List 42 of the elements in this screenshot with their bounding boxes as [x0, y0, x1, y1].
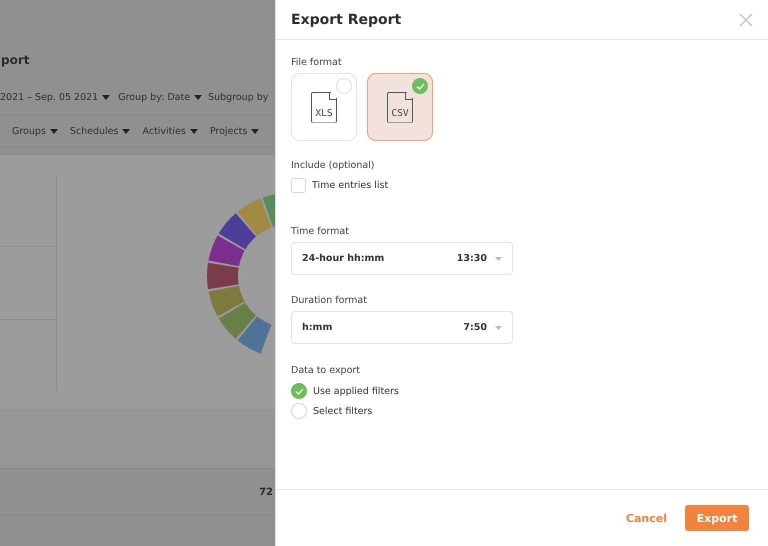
caret-icon [190, 128, 198, 134]
file-type-label: CSV [391, 109, 409, 118]
subgroup-by-dropdown[interactable]: Subgroup by [208, 92, 268, 103]
caret-icon [194, 95, 202, 100]
file-format-option[interactable]: XLS [291, 73, 357, 141]
field-label: Include (optional) [291, 160, 376, 171]
field-label: Data to export [291, 365, 362, 376]
caret-icon [122, 128, 130, 134]
radio-button[interactable] [291, 403, 307, 419]
caret-icon [251, 128, 260, 134]
dialog-title: Export Report [291, 12, 402, 28]
caret-icon [495, 256, 502, 260]
radio-label: Use applied filters [313, 386, 399, 396]
checkbox-label: Time entries list [312, 180, 388, 191]
filter-dropdown[interactable]: Activities [142, 126, 186, 136]
close-icon [739, 12, 753, 26]
caret-icon [50, 128, 58, 134]
checkbox[interactable] [291, 178, 306, 193]
check-icon [416, 82, 424, 90]
close-button[interactable] [739, 12, 753, 26]
filter-dropdown[interactable]: Schedules [70, 126, 118, 136]
caret-icon [102, 95, 110, 100]
cancel-button[interactable]: Cancel [622, 505, 671, 531]
filter-dropdown[interactable]: Projects [210, 126, 248, 136]
total-value: 72 [259, 486, 273, 498]
filter-dropdown[interactable]: Groups [12, 126, 46, 136]
format-dropdown[interactable]: h:mm 7:50 [291, 311, 513, 344]
format-dropdown[interactable]: 24-hour hh:mm 13:30 [291, 242, 513, 275]
file-type-label: XLS [315, 109, 333, 118]
export-button[interactable]: Export [685, 505, 749, 531]
selection-indicator [336, 78, 352, 94]
field-label: Duration format [291, 295, 368, 306]
file-format-option[interactable]: CSV [367, 73, 433, 141]
date-range-dropdown[interactable]: 2021 – Sep. 05 2021 [0, 92, 98, 103]
page-title: port [1, 53, 30, 67]
check-icon [294, 388, 304, 394]
field-label: File format [291, 57, 343, 68]
field-label: Time format [291, 226, 350, 237]
radio-label: Select filters [313, 406, 372, 416]
radio-button[interactable] [291, 383, 307, 399]
group-by-dropdown[interactable]: Group by: Date [118, 92, 190, 103]
caret-icon [495, 326, 502, 330]
